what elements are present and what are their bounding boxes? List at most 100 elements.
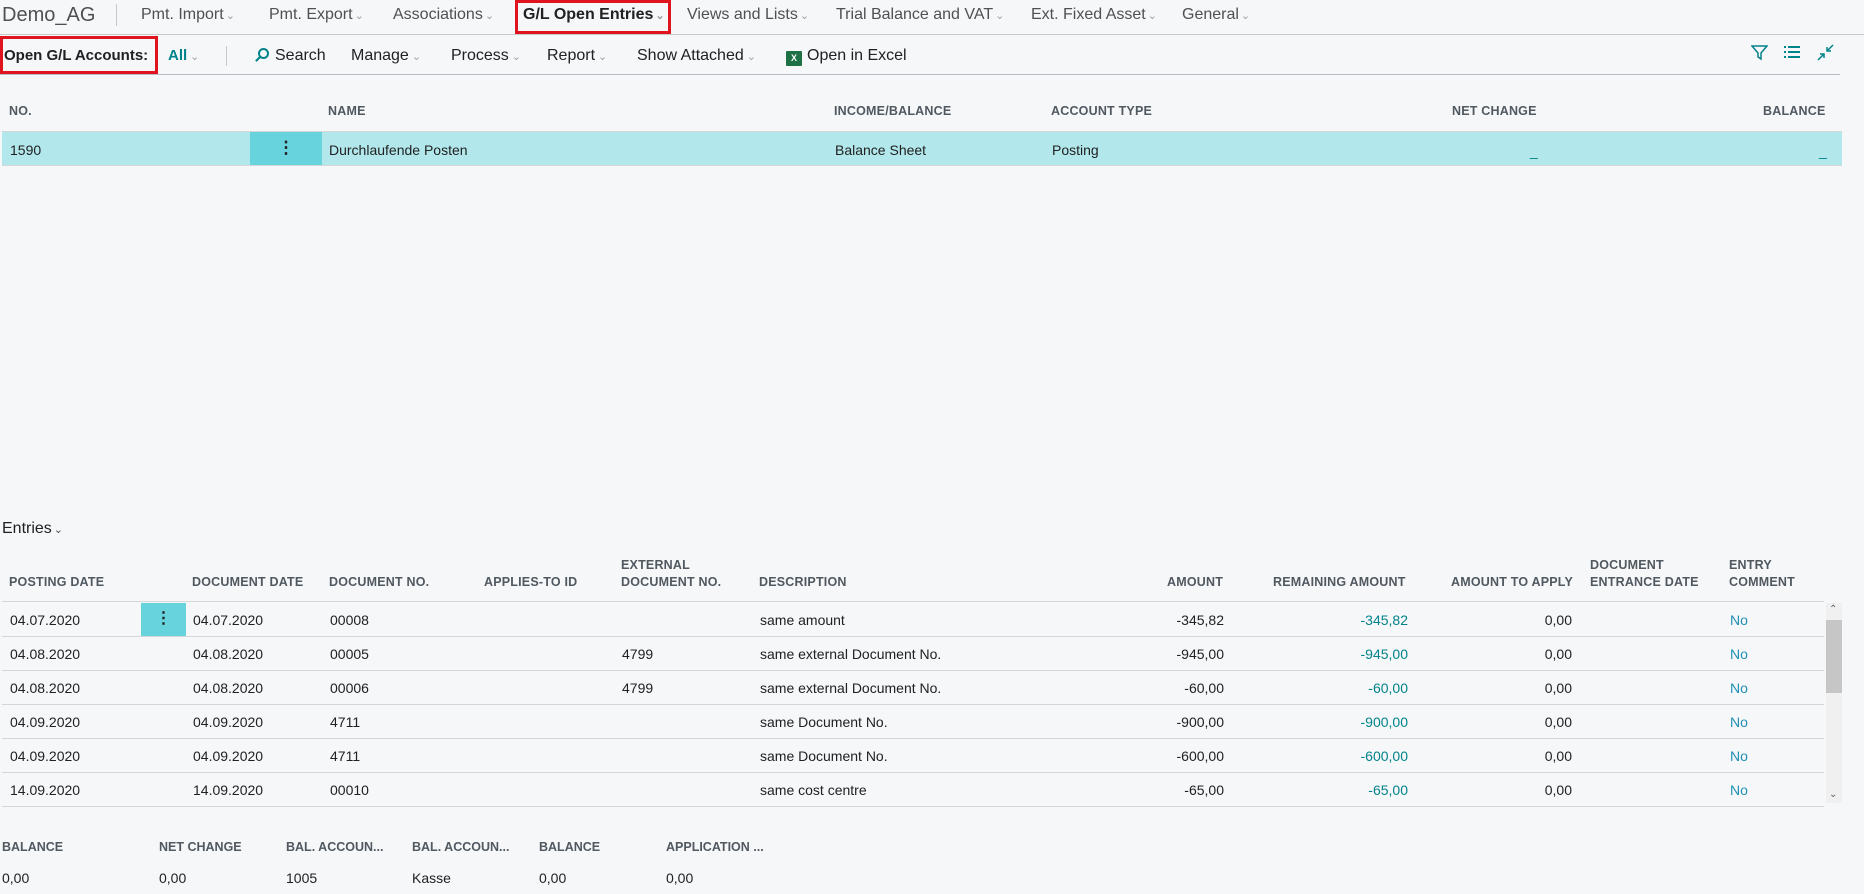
entry-comment[interactable]: No <box>1730 646 1748 662</box>
posting-date[interactable]: 04.07.2020 <box>10 612 80 628</box>
column-header-applies-to-id[interactable]: APPLIES-TO ID <box>484 574 577 591</box>
report-menu[interactable]: Report ⌄ <box>547 47 607 65</box>
document-no[interactable]: 4711 <box>330 748 360 764</box>
footer-value-balance-2: 0,00 <box>539 870 567 886</box>
amount-to-apply[interactable]: 0,00 <box>1545 714 1572 730</box>
amount: -600,00 <box>1176 748 1224 764</box>
amount-to-apply[interactable]: 0,00 <box>1545 748 1572 764</box>
amount-to-apply[interactable]: 0,00 <box>1545 612 1572 628</box>
column-header-external-document-no[interactable]: EXTERNAL DOCUMENT NO. <box>621 557 721 591</box>
column-header-income-balance[interactable]: INCOME/BALANCE <box>834 104 951 118</box>
list-view-icon[interactable] <box>1784 45 1800 64</box>
view-filter-dropdown[interactable]: All ⌄ <box>168 47 199 64</box>
document-no[interactable]: 4711 <box>330 714 360 730</box>
column-header-amount[interactable]: AMOUNT <box>1167 574 1223 591</box>
document-no[interactable]: 00005 <box>330 646 369 662</box>
entry-comment[interactable]: No <box>1730 714 1748 730</box>
process-menu[interactable]: Process ⌄ <box>451 47 521 65</box>
scroll-down-icon[interactable]: ⌄ <box>1829 789 1837 800</box>
filter-icon[interactable] <box>1750 44 1769 66</box>
column-header-balance[interactable]: BALANCE <box>1763 104 1826 118</box>
document-no[interactable]: 00008 <box>330 612 369 628</box>
footer-label-balance: BALANCE <box>2 840 64 854</box>
remaining-amount[interactable]: -900,00 <box>1361 714 1408 730</box>
table-row[interactable]: ⋮ 04.07.2020 04.07.2020 00008 same amount -34… <box>2 603 1824 637</box>
table-row[interactable]: 04.08.2020 04.08.2020 00006 4799 same extern… <box>2 671 1824 705</box>
column-header-remaining-amount[interactable]: REMAINING AMOUNT <box>1273 574 1406 591</box>
document-date: 04.08.2020 <box>193 680 264 696</box>
chevron-down-icon: ⌄ <box>1240 10 1251 22</box>
document-date: 04.09.2020 <box>193 748 264 764</box>
balance[interactable]: _ <box>1819 143 1827 159</box>
footer-value-application: 0,00 <box>666 870 694 886</box>
entry-comment[interactable]: No <box>1730 748 1748 764</box>
amount-to-apply[interactable]: 0,00 <box>1545 782 1572 798</box>
amount-to-apply[interactable]: 0,00 <box>1545 680 1572 696</box>
column-header-net-change[interactable]: NET CHANGE <box>1452 104 1537 118</box>
entries-section-toggle[interactable]: Entries ⌄ <box>2 520 63 538</box>
company-name[interactable]: Demo_AG <box>2 4 95 27</box>
nav-pmt-import[interactable]: Pmt. Import ⌄ <box>141 6 235 24</box>
remaining-amount[interactable]: -65,00 <box>1368 782 1408 798</box>
table-row[interactable]: 04.09.2020 04.09.2020 4711 same Document No… <box>2 739 1824 773</box>
column-header-account-type[interactable]: ACCOUNT TYPE <box>1051 104 1152 118</box>
document-no[interactable]: 00010 <box>330 782 369 798</box>
nav-views-and-lists[interactable]: Views and Lists ⌄ <box>687 6 809 24</box>
column-header-document-date[interactable]: DOCUMENT DATE <box>192 574 303 591</box>
posting-date[interactable]: 04.09.2020 <box>10 748 80 764</box>
document-no[interactable]: 00006 <box>330 680 369 696</box>
remaining-amount[interactable]: -345,82 <box>1361 612 1408 628</box>
column-header-no[interactable]: NO. <box>9 104 32 118</box>
amount-to-apply[interactable]: 0,00 <box>1545 646 1572 662</box>
column-header-entry-comment[interactable]: ENTRY COMMENT <box>1729 557 1795 591</box>
open-in-excel-button[interactable]: X Open in Excel <box>786 47 907 66</box>
open-in-excel-label: Open in Excel <box>807 47 907 64</box>
footer-value-bal-account-no[interactable]: 1005 <box>286 870 317 886</box>
column-header-name[interactable]: NAME <box>328 104 366 118</box>
nav-label: General <box>1182 6 1239 23</box>
posting-date[interactable]: 04.08.2020 <box>10 646 80 662</box>
net-change[interactable]: _ <box>1530 143 1538 159</box>
manage-label: Manage <box>351 47 409 64</box>
row-actions-icon[interactable]: ⋮ <box>250 132 322 165</box>
show-attached-menu[interactable]: Show Attached ⌄ <box>637 47 756 65</box>
highlight-box <box>515 0 671 34</box>
account-name[interactable]: Durchlaufende Posten <box>329 142 468 158</box>
chevron-down-icon: ⌄ <box>225 10 235 22</box>
remaining-amount[interactable]: -60,00 <box>1368 680 1408 696</box>
table-row[interactable]: 04.08.2020 04.08.2020 00005 4799 same extern… <box>2 637 1824 671</box>
posting-date[interactable]: 04.08.2020 <box>10 680 80 696</box>
nav-trial-balance-vat[interactable]: Trial Balance and VAT ⌄ <box>836 6 1004 24</box>
header-line: COMMENT <box>1729 575 1795 589</box>
collapse-icon[interactable] <box>1817 44 1834 66</box>
manage-menu[interactable]: Manage ⌄ <box>351 47 421 65</box>
entry-comment[interactable]: No <box>1730 782 1748 798</box>
row-actions-icon[interactable]: ⋮ <box>141 603 186 636</box>
column-header-description[interactable]: DESCRIPTION <box>759 574 847 591</box>
entry-comment[interactable]: No <box>1730 612 1748 628</box>
column-header-amount-to-apply[interactable]: AMOUNT TO APPLY <box>1451 574 1573 591</box>
divider <box>2 601 1824 602</box>
nav-associations[interactable]: Associations ⌄ <box>393 6 494 24</box>
nav-ext-fixed-asset[interactable]: Ext. Fixed Asset ⌄ <box>1031 6 1157 24</box>
nav-pmt-export[interactable]: Pmt. Export ⌄ <box>269 6 364 24</box>
posting-date[interactable]: 04.09.2020 <box>10 714 80 730</box>
document-date: 04.07.2020 <box>193 612 264 628</box>
search-button[interactable]: Search <box>258 47 326 65</box>
entries-scrollbar[interactable]: ⌃ ⌄ <box>1826 603 1842 803</box>
remaining-amount[interactable]: -945,00 <box>1361 646 1408 662</box>
description: same external Document No. <box>760 646 942 662</box>
entry-comment[interactable]: No <box>1730 680 1748 696</box>
nav-general[interactable]: General ⌄ <box>1182 6 1250 24</box>
column-header-posting-date[interactable]: POSTING DATE <box>9 574 104 591</box>
table-row[interactable]: 04.09.2020 04.09.2020 4711 same Document No… <box>2 705 1824 739</box>
table-row[interactable]: 1590 ⋮ Durchlaufende Posten Balance Shee… <box>2 131 1842 166</box>
scroll-thumb[interactable] <box>1826 620 1842 693</box>
table-row[interactable]: 14.09.2020 14.09.2020 00010 same cost centr… <box>2 773 1824 807</box>
posting-date[interactable]: 14.09.2020 <box>10 782 80 798</box>
account-no[interactable]: 1590 <box>10 142 41 158</box>
remaining-amount[interactable]: -600,00 <box>1361 748 1408 764</box>
column-header-document-entrance-date[interactable]: DOCUMENT ENTRANCE DATE <box>1590 557 1699 591</box>
column-header-document-no[interactable]: DOCUMENT NO. <box>329 574 429 591</box>
scroll-up-icon[interactable]: ⌃ <box>1829 604 1837 615</box>
